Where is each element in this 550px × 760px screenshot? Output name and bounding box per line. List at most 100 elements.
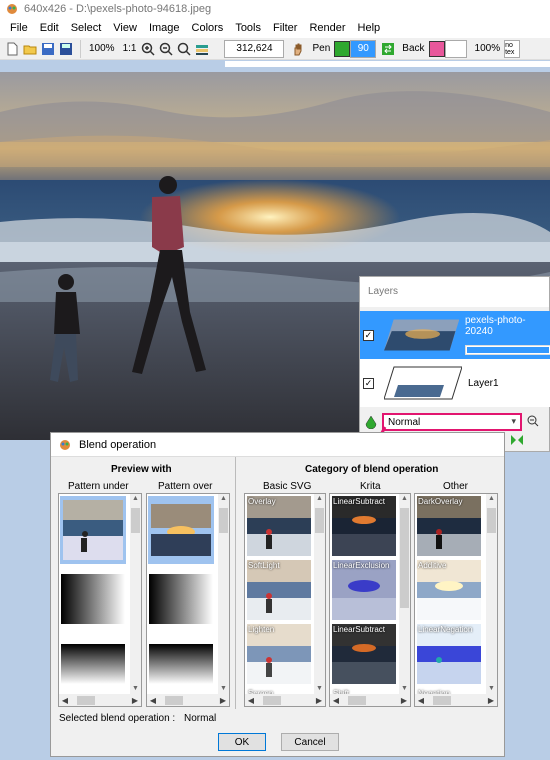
horizontal-scrollbar[interactable]: ◀ ▶ xyxy=(245,694,325,706)
menu-render[interactable]: Render xyxy=(303,22,351,34)
pen-value-input[interactable]: 90 xyxy=(350,39,377,58)
vertical-scrollbar[interactable]: ▲ ▼ xyxy=(218,494,229,694)
title-bar: 640x426 - D:\pexels-photo-94618.jpeg xyxy=(0,0,550,18)
canvas-ruler-strip xyxy=(225,61,550,67)
layer-thumbnail xyxy=(384,366,462,400)
blend-option[interactable]: LinearNegation xyxy=(417,624,481,684)
blend-option[interactable]: DarkOverlay xyxy=(417,496,481,556)
other-list[interactable]: DarkOverlay Additive LinearNegation Nega… xyxy=(414,493,498,707)
pattern-gradient-1[interactable] xyxy=(61,574,125,624)
layers-title: Layers xyxy=(360,277,549,307)
blend-option[interactable]: Overlay xyxy=(247,496,311,556)
swap-colors-icon[interactable] xyxy=(380,41,396,57)
save-as-icon[interactable] xyxy=(58,41,74,57)
krita-list[interactable]: LinearSubtract LinearExclusion LinearSub… xyxy=(329,493,411,707)
hand-tool-icon[interactable] xyxy=(290,41,306,57)
back-label: Back xyxy=(402,43,425,54)
horizontal-scrollbar[interactable]: ◀ ▶ xyxy=(59,694,141,706)
menu-edit[interactable]: Edit xyxy=(34,22,65,34)
opacity-value[interactable]: 100% xyxy=(475,43,501,54)
category-krita: Krita xyxy=(360,481,381,492)
pattern-thumb xyxy=(63,500,123,560)
toolbar-divider xyxy=(80,39,81,58)
dialog-app-icon xyxy=(60,439,70,450)
zoom-out-icon[interactable] xyxy=(158,41,174,57)
blend-option[interactable]: SoftLight xyxy=(247,560,311,620)
no-text-button[interactable]: no tex xyxy=(504,39,521,58)
layer-flip-icon[interactable] xyxy=(510,433,526,449)
pattern-under-item-selected[interactable] xyxy=(60,496,126,564)
save-icon[interactable] xyxy=(40,41,56,57)
layer-name: Layer1 xyxy=(468,377,499,389)
zoom-in-icon[interactable] xyxy=(140,41,156,57)
new-file-icon[interactable] xyxy=(4,41,20,57)
blend-option[interactable]: Lighten xyxy=(247,624,311,684)
layer-row-layer1[interactable]: ✓ Layer1 xyxy=(360,359,550,407)
chevron-down-icon: ▾ xyxy=(511,416,516,426)
layer-row-photo[interactable]: ✓ pexels-photo-20240 xyxy=(360,311,550,359)
category-basic-svg: Basic SVG xyxy=(263,481,312,492)
pen-label: Pen xyxy=(312,43,331,54)
menu-view[interactable]: View xyxy=(107,22,143,34)
pattern-under-label: Pattern under xyxy=(68,481,129,492)
pen-color-swatch[interactable] xyxy=(334,40,351,57)
horizontal-scrollbar[interactable]: ◀ ▶ xyxy=(415,694,497,706)
blend-operation-dialog: Blend operation Preview with Pattern und… xyxy=(50,432,505,757)
pattern-gradient-2[interactable] xyxy=(61,644,125,684)
back-color-swatch[interactable] xyxy=(428,40,445,57)
category-title: Category of blend operation xyxy=(305,464,439,475)
dialog-divider xyxy=(235,457,236,709)
menu-tools[interactable]: Tools xyxy=(229,22,267,34)
vertical-scrollbar[interactable]: ▲ ▼ xyxy=(486,494,497,694)
menu-help[interactable]: Help xyxy=(352,22,387,34)
coords-display: 312,624 xyxy=(224,39,285,58)
ok-button[interactable]: OK xyxy=(218,733,266,751)
preview-title: Preview with xyxy=(111,464,172,475)
pattern-gradient-1[interactable] xyxy=(149,574,213,624)
zoom-fit-icon[interactable] xyxy=(176,41,192,57)
vertical-scrollbar[interactable]: ▲ ▼ xyxy=(399,494,410,694)
layer-opacity-bar[interactable] xyxy=(465,345,550,355)
vertical-scrollbar[interactable]: ▲ ▼ xyxy=(314,494,325,694)
zoom-100-button[interactable]: 100% xyxy=(89,43,115,54)
cancel-button[interactable]: Cancel xyxy=(281,733,339,751)
blend-option[interactable]: LinearSubtract xyxy=(332,496,396,556)
dialog-title: Blend operation xyxy=(79,438,157,451)
pattern-over-list[interactable]: ▲ ▼ ◀ ▶ xyxy=(146,493,230,707)
selected-blend-label: Selected blend operation : xyxy=(59,713,176,724)
menu-bar: File Edit Select View Image Colors Tools… xyxy=(0,18,550,38)
zoom-out-icon[interactable] xyxy=(527,415,539,430)
menu-file[interactable]: File xyxy=(4,22,34,34)
toolbar: 100% 1:1 312,624 Pen 90 Back 100% no tex xyxy=(0,38,550,60)
app-icon xyxy=(7,4,17,14)
open-folder-icon[interactable] xyxy=(22,41,38,57)
pattern-gradient-2[interactable] xyxy=(149,644,213,684)
layer-name: pexels-photo-20240 xyxy=(465,315,526,337)
blend-option[interactable]: LinearSubtract xyxy=(332,624,396,684)
back-value-input[interactable] xyxy=(444,39,467,58)
menu-image[interactable]: Image xyxy=(143,22,186,34)
pattern-over-label: Pattern over xyxy=(158,481,213,492)
horizontal-scrollbar[interactable]: ◀ ▶ xyxy=(147,694,229,706)
layer-visibility-checkbox[interactable]: ✓ xyxy=(363,377,374,389)
layers-icon[interactable] xyxy=(194,41,210,57)
window-title: 640x426 - D:\pexels-photo-94618.jpeg xyxy=(24,3,212,15)
horizontal-scrollbar[interactable]: ◀ ▶ xyxy=(330,694,410,706)
layer-thumbnail xyxy=(383,319,459,351)
pattern-over-item-selected[interactable] xyxy=(148,496,214,564)
menu-colors[interactable]: Colors xyxy=(186,22,230,34)
blend-mode-select[interactable]: Normal ▾ xyxy=(382,413,522,431)
pattern-thumb xyxy=(151,504,211,556)
menu-select[interactable]: Select xyxy=(65,22,108,34)
layer-visibility-checkbox[interactable]: ✓ xyxy=(363,329,374,341)
category-other: Other xyxy=(443,481,469,492)
menu-filter[interactable]: Filter xyxy=(267,22,303,34)
vertical-scrollbar[interactable]: ▲ ▼ xyxy=(130,494,141,694)
dialog-title-bar: Blend operation xyxy=(51,433,504,457)
pattern-under-list[interactable]: ▲ ▼ ◀ ▶ xyxy=(58,493,142,707)
blend-option[interactable]: LinearExclusion xyxy=(332,560,396,620)
selected-blend-value: Normal xyxy=(184,713,217,724)
basic-svg-list[interactable]: Overlay SoftLight Lighten Screen ▲▼ ◀▶ xyxy=(244,493,326,707)
blend-option[interactable]: Additive xyxy=(417,560,481,620)
ratio-button[interactable]: 1:1 xyxy=(123,43,137,54)
